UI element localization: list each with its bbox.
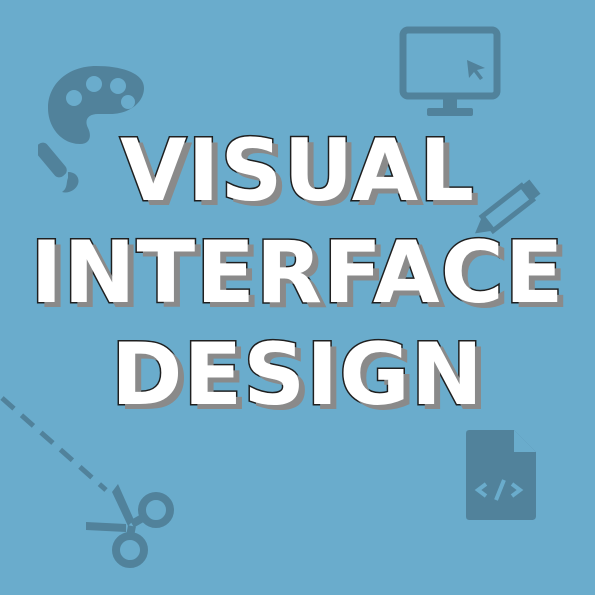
cursor-icon <box>465 58 489 82</box>
scissors-icon <box>82 474 182 574</box>
cover-canvas: VISUAL INTERFACE DESIGN <box>0 0 595 595</box>
title-line-interface: INTERFACE <box>29 223 565 323</box>
title-block: VISUAL INTERFACE DESIGN <box>0 121 595 434</box>
title-line-visual: VISUAL <box>118 121 476 221</box>
title-line-design: DESIGN <box>110 325 485 425</box>
code-file-icon <box>462 428 538 522</box>
